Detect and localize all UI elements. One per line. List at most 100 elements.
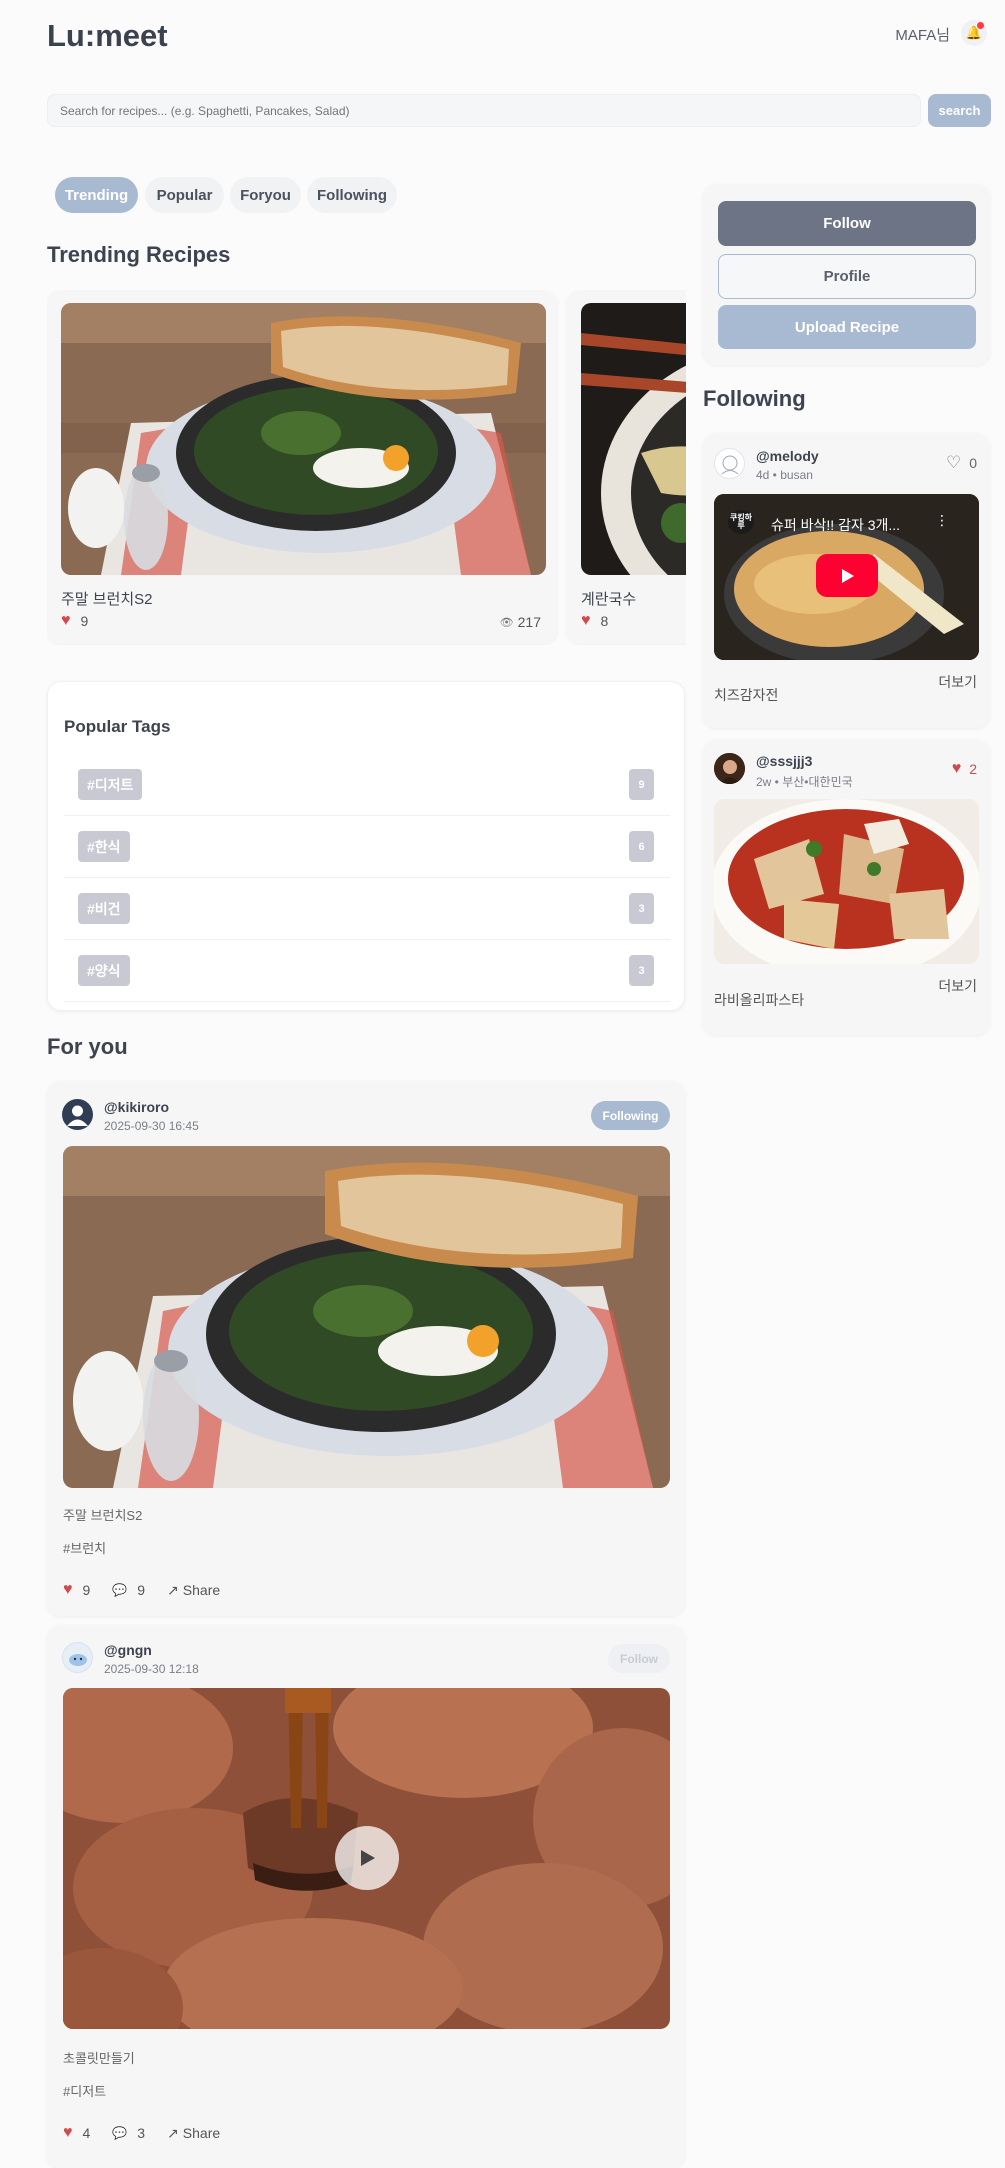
like-count[interactable]: ♡ 0 bbox=[946, 453, 977, 473]
logo[interactable]: Lu:meet bbox=[47, 18, 168, 54]
following-post[interactable]: @sssjjj3 2w • 부산•대한민국 ♥ 2 더보기 라비올리파스타 bbox=[703, 740, 990, 1035]
recipe-name[interactable]: 계란국수 bbox=[581, 588, 636, 609]
following-button[interactable]: Following bbox=[591, 1101, 670, 1130]
heart-outline-icon[interactable]: ♡ bbox=[946, 453, 961, 473]
post-tag[interactable]: #브런치 bbox=[63, 1538, 106, 1557]
follow-main-button[interactable]: Follow bbox=[718, 201, 976, 246]
feed-post[interactable]: @gngn 2025-09-30 12:18 Follow 초콜릿만들기 #디저… bbox=[47, 1625, 685, 2168]
post-recipe-name[interactable]: 라비올리파스타 bbox=[714, 990, 804, 1010]
photo-avatar-icon bbox=[714, 753, 745, 784]
recipe-image-noodle[interactable] bbox=[581, 303, 686, 575]
search-input[interactable] bbox=[47, 94, 921, 127]
feed-post[interactable]: @kikiroro 2025-09-30 16:45 Following 주말 … bbox=[47, 1081, 685, 1616]
post-username[interactable]: @kikiroro bbox=[104, 1099, 169, 1115]
post-recipe-name[interactable]: 주말 브런치S2 bbox=[63, 1505, 142, 1524]
avatar[interactable] bbox=[62, 1642, 93, 1673]
trending-carousel[interactable]: 주말 브런치S2 ♥ 9 👁 217 계란국수 ♥ 8 bbox=[47, 290, 686, 645]
like-count[interactable]: ♥ 2 bbox=[952, 760, 977, 778]
play-button[interactable] bbox=[335, 1826, 399, 1890]
user-avatar-icon bbox=[67, 1105, 88, 1126]
brunch-photo bbox=[61, 303, 546, 575]
following-title: Following bbox=[703, 386, 806, 411]
avatar[interactable] bbox=[714, 448, 745, 479]
heart-icon[interactable]: ♥ bbox=[581, 612, 591, 630]
tag-pill[interactable]: #디저트 bbox=[78, 769, 143, 800]
cloud-avatar-icon bbox=[69, 1654, 87, 1666]
like-count-value: 9 bbox=[82, 1582, 91, 1598]
post-actions: ♥ 9 💬 9 ↗ Share bbox=[63, 1581, 220, 1599]
popular-tags-title: Popular Tags bbox=[64, 717, 171, 736]
tag-pill[interactable]: #비건 bbox=[78, 893, 130, 924]
avatar[interactable] bbox=[714, 753, 745, 784]
noodle-photo bbox=[581, 303, 686, 575]
for-you-title: For you bbox=[47, 1034, 128, 1059]
post-actions: ♥ 4 💬 3 ↗ Share bbox=[63, 2124, 220, 2142]
like-count-value: 4 bbox=[82, 2125, 91, 2141]
comment-count-value: 9 bbox=[137, 1582, 146, 1598]
profile-button[interactable]: Profile bbox=[718, 254, 976, 299]
view-count-value: 217 bbox=[517, 614, 541, 630]
recipe-image-brunch[interactable] bbox=[61, 303, 546, 575]
follow-button[interactable]: Follow bbox=[608, 1644, 670, 1673]
heart-icon[interactable]: ♥ bbox=[63, 1581, 73, 1599]
share-button[interactable]: Share bbox=[183, 2125, 220, 2141]
post-meta: 4d • busan bbox=[756, 468, 813, 482]
post-recipe-name[interactable]: 초콜릿만들기 bbox=[63, 2048, 135, 2067]
post-username[interactable]: @melody bbox=[756, 448, 819, 464]
tag-pill[interactable]: #한식 bbox=[78, 831, 130, 862]
tag-count: 3 bbox=[629, 955, 654, 986]
tab-popular[interactable]: Popular bbox=[145, 177, 224, 213]
post-image[interactable] bbox=[63, 1146, 670, 1488]
heart-icon[interactable]: ♥ bbox=[952, 760, 962, 778]
more-link[interactable]: 더보기 bbox=[938, 976, 977, 996]
tag-row[interactable]: #양식 3 bbox=[64, 940, 670, 1002]
avatar[interactable] bbox=[62, 1099, 93, 1130]
tab-following[interactable]: Following bbox=[307, 177, 397, 213]
tag-row[interactable]: #디저트 9 bbox=[64, 754, 670, 816]
share-button[interactable]: Share bbox=[183, 1582, 220, 1598]
more-link[interactable]: 더보기 bbox=[938, 672, 977, 692]
like-count[interactable]: ♥ 8 bbox=[581, 612, 608, 630]
tag-count: 9 bbox=[629, 769, 654, 800]
upload-recipe-button[interactable]: Upload Recipe bbox=[718, 305, 976, 349]
trending-title: Trending Recipes bbox=[47, 242, 231, 267]
youtube-embed[interactable]: 쿠킹하루 슈퍼 바삭!! 감자 3개... ⋮ bbox=[714, 494, 979, 660]
heart-icon[interactable]: ♥ bbox=[63, 2124, 73, 2142]
action-panel: Follow Profile Upload Recipe bbox=[703, 184, 990, 365]
bell-icon[interactable]: 🔔 bbox=[961, 20, 987, 46]
view-count: 👁 217 bbox=[500, 614, 541, 630]
youtube-play-button[interactable] bbox=[816, 554, 878, 597]
tag-pill[interactable]: #양식 bbox=[78, 955, 130, 986]
ravioli-photo bbox=[714, 799, 979, 964]
following-post[interactable]: @melody 4d • busan ♡ 0 쿠킹하루 슈퍼 바삭!! 감자 3… bbox=[703, 433, 990, 728]
tag-row[interactable]: #비건 3 bbox=[64, 878, 670, 940]
post-time: 2025-09-30 16:45 bbox=[104, 1119, 199, 1133]
heart-icon[interactable]: ♥ bbox=[61, 612, 71, 630]
user-name[interactable]: MAFA님 bbox=[895, 24, 950, 45]
search-button[interactable]: search bbox=[928, 94, 991, 127]
post-image[interactable] bbox=[714, 799, 979, 964]
notification-dot bbox=[977, 22, 984, 29]
like-count-value: 0 bbox=[969, 455, 977, 471]
post-tag[interactable]: #디저트 bbox=[63, 2081, 106, 2100]
comment-icon[interactable]: 💬 bbox=[112, 2126, 127, 2140]
more-vert-icon[interactable]: ⋮ bbox=[935, 512, 949, 529]
play-icon bbox=[361, 1850, 375, 1866]
comment-icon[interactable]: 💬 bbox=[112, 1583, 127, 1597]
trending-card[interactable]: 주말 브런치S2 ♥ 9 👁 217 bbox=[47, 290, 557, 644]
share-icon[interactable]: ↗ bbox=[167, 2125, 179, 2142]
trending-card[interactable]: 계란국수 ♥ 8 bbox=[567, 290, 686, 644]
post-recipe-name[interactable]: 치즈감자전 bbox=[714, 685, 778, 705]
tag-row[interactable]: #한식 6 bbox=[64, 816, 670, 878]
post-username[interactable]: @gngn bbox=[104, 1642, 152, 1658]
like-count[interactable]: ♥ 9 bbox=[61, 612, 88, 630]
post-username[interactable]: @sssjjj3 bbox=[756, 753, 812, 769]
post-meta: 2w • 부산•대한민국 bbox=[756, 775, 853, 789]
channel-avatar[interactable]: 쿠킹하루 bbox=[728, 510, 754, 534]
tab-foryou[interactable]: Foryou bbox=[230, 177, 301, 213]
recipe-name[interactable]: 주말 브런치S2 bbox=[61, 588, 153, 609]
share-icon[interactable]: ↗ bbox=[167, 1582, 179, 1599]
video-title[interactable]: 슈퍼 바삭!! 감자 3개... bbox=[771, 515, 900, 535]
post-video[interactable] bbox=[63, 1688, 670, 2029]
tab-trending[interactable]: Trending bbox=[55, 177, 138, 213]
